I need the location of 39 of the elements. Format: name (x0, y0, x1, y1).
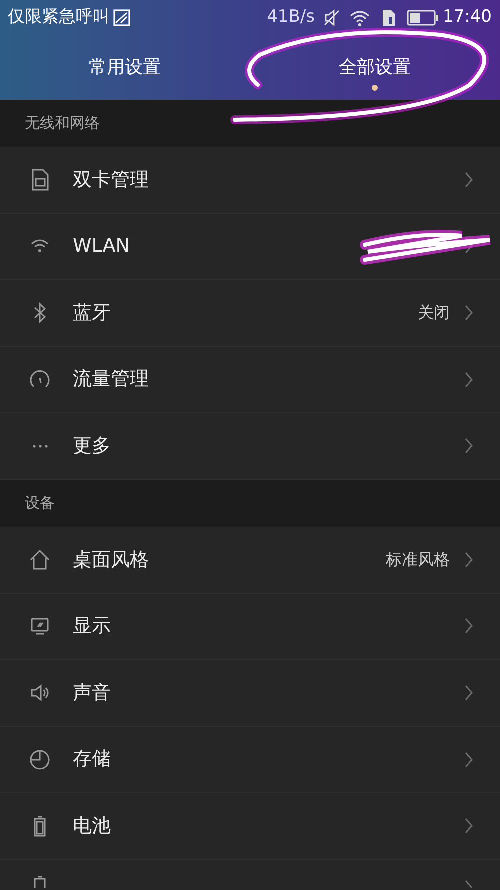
settings-row[interactable]: WLAN (0, 214, 500, 280)
row-label: 电池 (73, 814, 111, 839)
section-header: 无线和网络 (25, 113, 100, 134)
mute-icon (323, 8, 341, 26)
home-icon (28, 548, 52, 572)
row-label: 桌面风格 (73, 548, 149, 573)
row-label: 双卡管理 (73, 168, 149, 193)
carrier-text: 仅限紧急呼叫 (8, 6, 110, 29)
chevron-icon (464, 684, 474, 702)
chevron-icon (464, 304, 474, 322)
row-label: 存储 (73, 747, 111, 772)
settings-row[interactable]: 显示 (0, 594, 500, 660)
chevron-icon (464, 750, 474, 769)
tab[interactable]: 常用设置 (0, 35, 250, 100)
clock-time: 17:40 (443, 6, 492, 29)
row-label: 流量管理 (73, 367, 149, 392)
chevron-icon (464, 170, 474, 189)
chevron-icon (464, 878, 474, 888)
chevron-icon (464, 370, 474, 389)
pie-chart-icon (28, 748, 52, 772)
chevron-icon (464, 550, 474, 569)
tab[interactable]: 全部设置 (250, 35, 500, 100)
battery-icon (407, 10, 439, 26)
section-header: 设备 (25, 493, 55, 514)
row-label: 更多 (73, 434, 111, 459)
row-label: 显示 (73, 614, 111, 640)
image-icon (113, 8, 131, 26)
network-speed: 41B/s (267, 6, 315, 29)
row-value: 关闭 (418, 302, 450, 324)
row-label: WLAN (73, 234, 130, 260)
row-label: 蓝牙 (73, 300, 111, 326)
chevron-icon (464, 437, 474, 456)
row-label: 声音 (73, 680, 111, 706)
sim-icon (381, 8, 397, 26)
wifi-icon (349, 8, 371, 26)
chevron-icon (464, 817, 474, 836)
row-value: 标准风格 (386, 548, 450, 571)
chevron-icon (464, 617, 474, 636)
more-icon (32, 444, 48, 448)
